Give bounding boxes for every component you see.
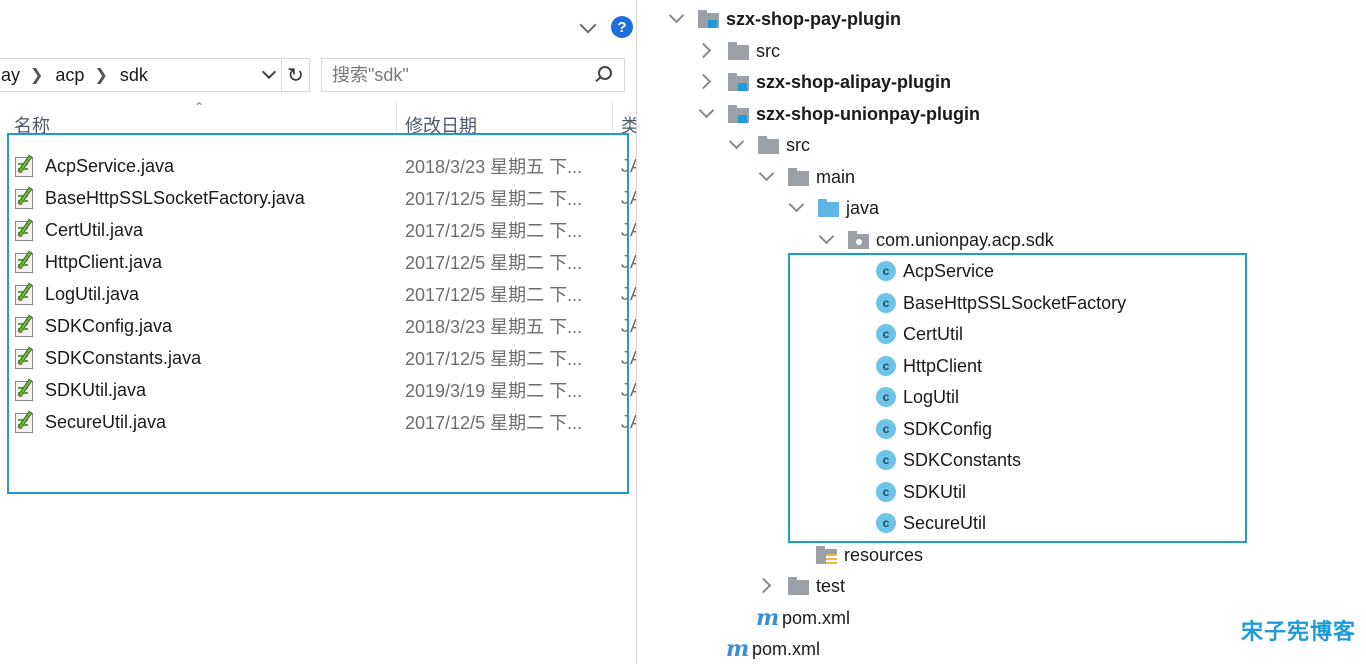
maven-icon: m (756, 605, 780, 631)
module-folder-icon (728, 73, 750, 91)
tree-node-java[interactable]: java (786, 193, 879, 223)
refresh-button[interactable]: ↻ (282, 58, 310, 92)
file-explorer-pane: ? ay ❯ acp ❯ sdk ↻ ⌃ 名称 修改日期 类 AcpServic… (0, 0, 637, 664)
tree-node-label: test (816, 575, 846, 596)
tree-node-label: pom.xml (752, 638, 821, 659)
tree-node-label: src (786, 134, 810, 155)
tree-node-label: szx-shop-alipay-plugin (756, 71, 952, 92)
explorer-top-icons: ? (579, 16, 633, 38)
collapse-arrow-icon[interactable] (816, 228, 840, 252)
tree-node-pay-src[interactable]: src (696, 36, 780, 66)
tree-node-package[interactable]: com.unionpay.acp.sdk (816, 225, 1054, 255)
search-box[interactable] (321, 58, 625, 92)
tree-node-main[interactable]: main (756, 162, 855, 192)
tree-node-unionpay-pom[interactable]: m pom.xml (756, 603, 850, 633)
expand-arrow-icon[interactable] (756, 574, 780, 598)
address-bar[interactable]: ay ❯ acp ❯ sdk (0, 58, 282, 92)
search-icon[interactable] (594, 66, 612, 84)
maven-icon: m (726, 636, 750, 662)
tree-node-label: pom.xml (782, 607, 851, 628)
folder-icon (788, 168, 810, 186)
breadcrumb-item[interactable]: acp (53, 65, 84, 86)
expand-ribbon-chevron-down-icon[interactable] (579, 18, 597, 36)
source-folder-icon (818, 199, 840, 217)
help-icon[interactable]: ? (611, 16, 633, 38)
breadcrumb-separator-icon[interactable]: ❯ (20, 65, 53, 85)
collapse-arrow-icon[interactable] (786, 196, 810, 220)
address-history-chevron-down-icon[interactable] (259, 64, 281, 86)
collapse-arrow-icon[interactable] (756, 165, 780, 189)
breadcrumb-item[interactable]: ay (0, 65, 20, 86)
package-icon (848, 231, 870, 249)
breadcrumb-separator-icon[interactable]: ❯ (84, 65, 117, 85)
collapse-arrow-icon[interactable] (726, 133, 750, 157)
column-headers: ⌃ 名称 修改日期 类 (0, 100, 637, 136)
folder-icon (788, 577, 810, 595)
tree-node-unionpay-src[interactable]: src (726, 130, 810, 160)
expand-arrow-icon[interactable] (696, 70, 720, 94)
search-input[interactable] (332, 64, 582, 86)
refresh-icon: ↻ (287, 64, 304, 87)
collapse-arrow-icon[interactable] (666, 7, 690, 31)
breadcrumb-item[interactable]: sdk (118, 65, 148, 86)
watermark: 宋子宪博客 (1240, 619, 1356, 644)
tree-node-resources[interactable]: resources (816, 540, 923, 570)
highlight-box-files (7, 133, 629, 494)
sort-ascending-icon: ⌃ (194, 100, 205, 114)
tree-node-label: src (756, 40, 780, 61)
column-divider[interactable] (612, 102, 613, 134)
folder-icon (728, 42, 750, 60)
tree-node-label: main (816, 166, 856, 187)
module-folder-icon (728, 105, 750, 123)
pane-divider (636, 0, 637, 664)
resources-folder-icon (816, 546, 838, 564)
tree-node-pay-pom[interactable]: m pom.xml (726, 634, 820, 664)
tree-node-label: com.unionpay.acp.sdk (876, 229, 1054, 250)
tree-node-unionpay-plugin[interactable]: szx-shop-unionpay-plugin (696, 99, 980, 129)
tree-node-test[interactable]: test (756, 571, 845, 601)
folder-icon (758, 136, 780, 154)
tree-node-alipay-plugin[interactable]: szx-shop-alipay-plugin (696, 67, 951, 97)
tree-node-label: szx-shop-unionpay-plugin (756, 103, 980, 124)
module-folder-icon (698, 10, 720, 28)
tree-node-label: java (846, 197, 880, 218)
tree-node-pay-plugin[interactable]: szx-shop-pay-plugin (666, 4, 901, 34)
column-divider[interactable] (396, 102, 397, 134)
tree-node-label: resources (844, 544, 924, 565)
collapse-arrow-icon[interactable] (696, 102, 720, 126)
tree-node-label: szx-shop-pay-plugin (726, 8, 901, 29)
expand-arrow-icon[interactable] (696, 39, 720, 63)
highlight-box-classes (788, 253, 1247, 543)
